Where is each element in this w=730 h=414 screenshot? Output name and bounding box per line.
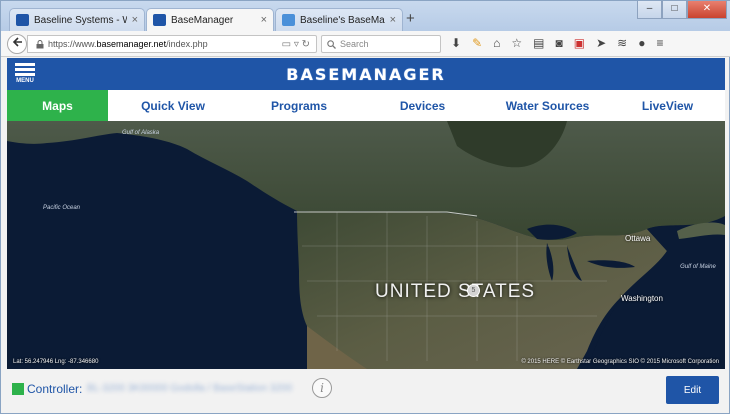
controller-footer: Controller: BL-3200 3K00000 Godolla / Ba… — [7, 369, 725, 409]
app-header: MENU BASEMANAGER — [7, 58, 725, 90]
back-button[interactable] — [7, 34, 27, 54]
url-host: basemanager.net — [96, 39, 167, 49]
tab-close-icon[interactable]: × — [132, 14, 138, 26]
map-country-label: UNITED STATES — [375, 281, 536, 302]
tab-close-icon[interactable]: × — [261, 14, 267, 26]
map-label-gulf-maine: Gulf of Maine — [680, 264, 716, 270]
info-icon[interactable]: i — [312, 378, 332, 398]
tab-programs[interactable]: Programs — [238, 90, 360, 121]
wifi-icon[interactable]: ≋ — [617, 36, 627, 50]
controller-label: Controller: — [27, 382, 83, 396]
reading-list-icon[interactable]: ▤ — [533, 36, 544, 50]
search-placeholder: Search — [340, 39, 369, 49]
reader-view-icon[interactable]: ▭ ▿ ↻ — [282, 39, 316, 50]
lock-icon — [36, 39, 44, 48]
map-credits: © 2015 HERE © Earthstar Geographics SIO … — [521, 359, 719, 365]
map-cluster-marker[interactable]: 5 — [467, 284, 480, 297]
tab-baseline-systems[interactable]: Baseline Systems - World L... × — [9, 8, 145, 31]
tab-maps[interactable]: Maps — [7, 90, 108, 121]
tab-label: Baseline's BaseManager He... — [300, 14, 385, 26]
edit-button[interactable]: Edit — [666, 376, 719, 404]
map-city-washington: Washington — [621, 294, 663, 303]
map-coordinates: Lat: 56.247946 Lng: -87.346680 — [13, 359, 99, 365]
controller-name[interactable]: BL-3200 3K00000 Godolla / BaseStation 32… — [87, 383, 292, 394]
toolbar-icons: ⬇ ✎ ⌂ ☆ ▤ ◙ ▣ ➤ ≋ ● ≡ — [451, 36, 663, 50]
tab-basemanager[interactable]: BaseManager × — [146, 8, 274, 31]
pencil-icon[interactable]: ✎ — [472, 36, 482, 50]
map-city-ottawa: Ottawa — [625, 234, 651, 243]
tab-quick-view[interactable]: Quick View — [108, 90, 238, 121]
main-nav: Maps Quick View Programs Devices Water S… — [7, 90, 725, 121]
home-icon[interactable]: ⌂ — [493, 36, 500, 50]
chat-icon[interactable]: ● — [638, 36, 645, 50]
tab-devices[interactable]: Devices — [360, 90, 485, 121]
back-arrow-icon — [12, 37, 22, 47]
tab-label: Baseline Systems - World L... — [34, 14, 127, 26]
favicon-icon — [153, 14, 166, 26]
map-label-gulf-alaska: Gulf of Alaska — [122, 130, 160, 136]
map-terrain — [7, 121, 725, 369]
brand-logo: BASEMANAGER — [286, 65, 446, 84]
favicon-icon — [16, 14, 29, 26]
browser-window: Baseline Systems - World L... × BaseMana… — [0, 0, 730, 414]
navigation-toolbar: https://www.basemanager.net/index.php ▭ … — [1, 31, 730, 57]
new-tab-button[interactable]: + — [406, 10, 415, 27]
window-controls: – □ ✕ — [637, 1, 727, 19]
send-icon[interactable]: ➤ — [596, 36, 606, 50]
address-bar[interactable]: https://www.basemanager.net/index.php ▭ … — [27, 35, 317, 53]
status-indicator — [12, 383, 24, 395]
tab-basemanager-help[interactable]: Baseline's BaseManager He... × — [275, 8, 403, 31]
pocket-icon[interactable]: ◙ — [555, 36, 562, 50]
favicon-icon — [282, 14, 295, 26]
star-icon[interactable]: ☆ — [511, 36, 522, 50]
satellite-map[interactable]: Gulf of Alaska Pacific Ocean Gulf of Mai… — [7, 121, 725, 369]
tab-liveview[interactable]: LiveView — [610, 90, 725, 121]
download-icon[interactable]: ⬇ — [451, 36, 461, 50]
url-prefix: https://www. — [48, 39, 97, 49]
tab-close-icon[interactable]: × — [390, 14, 396, 26]
minimize-button[interactable]: – — [637, 1, 662, 19]
map-label-pacific-ocean: Pacific Ocean — [43, 205, 81, 211]
search-icon — [327, 39, 336, 49]
close-window-button[interactable]: ✕ — [687, 1, 727, 19]
pdf-icon[interactable]: ▣ — [574, 36, 585, 50]
url-text: https://www.basemanager.net/index.php — [48, 39, 208, 49]
maximize-button[interactable]: □ — [662, 1, 687, 19]
search-box[interactable]: Search — [321, 35, 441, 53]
url-path: /index.php — [166, 39, 208, 49]
tab-label: BaseManager — [171, 14, 234, 26]
hamburger-menu-icon[interactable]: ≡ — [656, 36, 663, 50]
tab-water-sources[interactable]: Water Sources — [485, 90, 610, 121]
tab-strip: Baseline Systems - World L... × BaseMana… — [1, 1, 730, 31]
